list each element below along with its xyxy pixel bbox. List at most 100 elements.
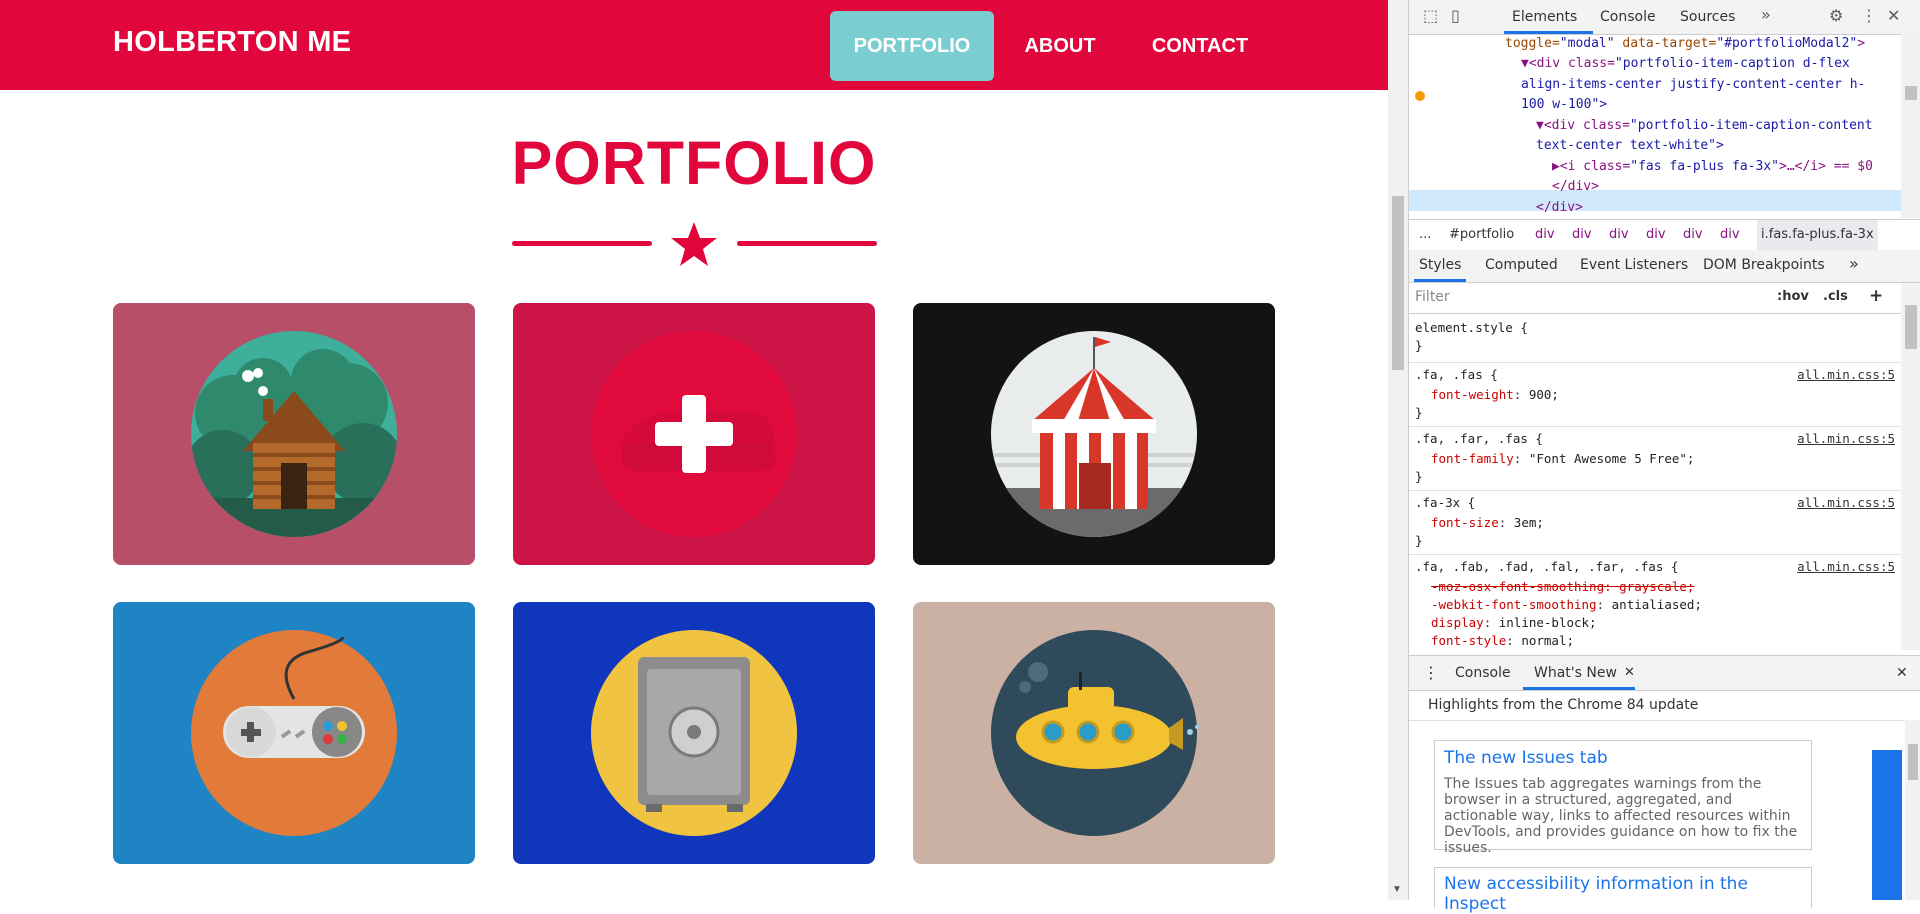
style-rule: .fa, .far, .fas { all.min.css:5 font-fam… [1409,427,1901,491]
nav-portfolio[interactable]: PORTFOLIO [830,11,994,81]
style-property-overridden[interactable]: -moz-osx-font-smoothing: grayscale; [1431,579,1694,594]
rule-selector[interactable]: .fa, .fas { [1415,367,1498,382]
rule-selector[interactable]: .fa, .far, .fas { [1415,431,1543,446]
elements-scrollbar-thumb[interactable] [1905,86,1917,100]
tree-line[interactable]: </div> [1552,177,1599,198]
close-drawer-icon[interactable]: ✕ [1896,665,1908,681]
hov-toggle[interactable]: :hov [1777,289,1809,304]
tab-styles[interactable]: Styles [1419,257,1461,273]
page-title: PORTFOLIO [511,129,877,197]
drawer-tab-whats-new[interactable]: What's New [1534,665,1617,681]
tree-line[interactable]: text-center text-white"> [1536,136,1724,157]
rule-source-link[interactable]: all.min.css:5 [1797,559,1895,574]
plus-icon [591,331,797,537]
rule-selector[interactable]: .fa, .fab, .fad, .fal, .far, .fas { [1415,559,1678,574]
cls-toggle[interactable]: .cls [1823,289,1848,304]
new-rule-plus-icon[interactable]: + [1869,286,1883,306]
active-subtab-indicator [1414,279,1466,282]
whats-new-scrollbar-thumb[interactable] [1908,744,1918,780]
breadcrumb-item[interactable]: div [1720,220,1740,250]
tab-console[interactable]: Console [1600,9,1656,25]
brand-logo[interactable]: HOLBERTON ME [113,26,351,59]
rule-source-link[interactable]: all.min.css:5 [1797,431,1895,446]
elements-scrollbar[interactable] [1901,34,1920,218]
portfolio-item-hovered[interactable] [513,303,875,565]
divider-line-left [512,241,652,246]
tree-line[interactable]: ▼<div class="portfolio-item-caption-cont… [1536,116,1873,137]
style-property[interactable]: display: inline-block; [1431,615,1597,630]
breadcrumb-item[interactable]: div [1646,220,1666,250]
drawer-tab-console[interactable]: Console [1455,665,1511,681]
styles-scrollbar[interactable] [1901,283,1920,650]
tree-line-selected[interactable]: ▶<i class="fas fa-plus fa-3x">…</i> == $… [1552,157,1873,178]
news-title[interactable]: The new Issues tab [1444,748,1608,768]
tree-line[interactable]: ▼<div class="portfolio-item-caption d-fl… [1521,54,1850,75]
portfolio-item-safe[interactable] [513,602,875,864]
breadcrumb-item[interactable]: div [1683,220,1703,250]
style-rule: element.style { } [1409,314,1901,363]
styles-scrollbar-thumb[interactable] [1905,305,1917,349]
tree-line[interactable]: </div> [1536,198,1583,218]
more-tabs-icon[interactable]: » [1761,5,1771,24]
breadcrumb-item[interactable]: div [1535,220,1555,250]
tab-elements[interactable]: Elements [1512,9,1577,25]
news-title[interactable]: New accessibility information in the Ins… [1444,874,1811,914]
styles-subtabs: Styles Computed Event Listeners DOM Brea… [1409,250,1920,283]
submarine-icon [991,630,1199,836]
breadcrumb-item-active[interactable]: i.fas.fa-plus.fa-3x [1757,220,1878,250]
scroll-down-arrow-icon[interactable]: ▼ [1392,884,1402,895]
tree-line[interactable]: toggle="modal" data-target="#portfolioMo… [1505,34,1865,55]
more-options-icon[interactable]: ⋮ [1861,6,1877,25]
settings-gear-icon[interactable]: ⚙ [1829,6,1843,25]
style-property[interactable]: font-size: 3em; [1431,515,1544,530]
page-viewport: HOLBERTON ME PORTFOLIO ABOUT CONTACT POR… [0,0,1388,900]
tree-line[interactable]: align-items-center justify-content-cente… [1521,75,1865,96]
portfolio-item-cabin[interactable] [113,303,475,565]
nav-contact[interactable]: CONTACT [1138,11,1262,81]
tree-line[interactable]: 100 w-100"> [1521,95,1607,116]
whats-new-scrollbar[interactable] [1905,720,1920,900]
tab-computed[interactable]: Computed [1485,257,1558,273]
whats-new-panel: The new Issues tab The Issues tab aggreg… [1409,720,1920,914]
breadcrumb-item[interactable]: div [1572,220,1592,250]
style-property[interactable]: font-weight: 900; [1431,387,1559,402]
styles-filter-bar: Filter :hov .cls + [1409,283,1901,314]
whats-new-heading: Highlights from the Chrome 84 update [1428,697,1699,713]
breadcrumb-item[interactable]: ... [1419,220,1431,250]
elements-tree: toggle="modal" data-target="#portfolioMo… [1409,34,1920,218]
page-scrollbar[interactable]: ▼ [1388,0,1408,900]
breadcrumb: ... #portfolio div div div div div div i… [1409,219,1920,251]
tab-sources[interactable]: Sources [1680,9,1735,25]
style-property[interactable]: font-style: normal; [1431,633,1574,648]
selected-node-highlight [1409,190,1901,211]
style-property[interactable]: font-family: "Font Awesome 5 Free"; [1431,451,1694,466]
news-card[interactable]: The new Issues tab The Issues tab aggreg… [1434,740,1812,856]
news-card[interactable]: New accessibility information in the Ins… [1434,867,1812,914]
portfolio-item-circus[interactable] [913,303,1275,565]
rule-selector[interactable]: .fa-3x { [1415,495,1475,510]
close-tab-icon[interactable]: ✕ [1624,665,1635,680]
breadcrumb-item[interactable]: div [1609,220,1629,250]
device-toolbar-icon[interactable]: ▯ [1451,6,1460,25]
divider-line-right [737,241,877,246]
portfolio-item-game[interactable] [113,602,475,864]
inspect-element-icon[interactable]: ⬚ [1423,6,1438,25]
rule-source-link[interactable]: all.min.css:5 [1797,367,1895,382]
style-property[interactable]: -webkit-font-smoothing: antialiased; [1431,597,1702,612]
filter-input[interactable]: Filter [1415,289,1450,305]
nav-about[interactable]: ABOUT [1010,11,1110,81]
news-body: The Issues tab aggregates warnings from … [1444,776,1798,856]
rule-selector[interactable]: element.style { [1415,320,1528,335]
page-scrollbar-thumb[interactable] [1392,196,1404,370]
cabin-icon [191,331,397,537]
breadcrumb-item[interactable]: #portfolio [1449,220,1514,250]
close-devtools-icon[interactable]: ✕ [1887,6,1900,25]
drawer-menu-icon[interactable]: ⋮ [1423,663,1439,682]
rule-close: } [1415,405,1423,420]
navbar: HOLBERTON ME PORTFOLIO ABOUT CONTACT [0,0,1388,90]
portfolio-item-submarine[interactable] [913,602,1275,864]
tab-dom-breakpoints[interactable]: DOM Breakpoints [1703,257,1825,273]
rule-source-link[interactable]: all.min.css:5 [1797,495,1895,510]
tab-event-listeners[interactable]: Event Listeners [1580,257,1688,273]
more-subtabs-icon[interactable]: » [1849,254,1859,273]
